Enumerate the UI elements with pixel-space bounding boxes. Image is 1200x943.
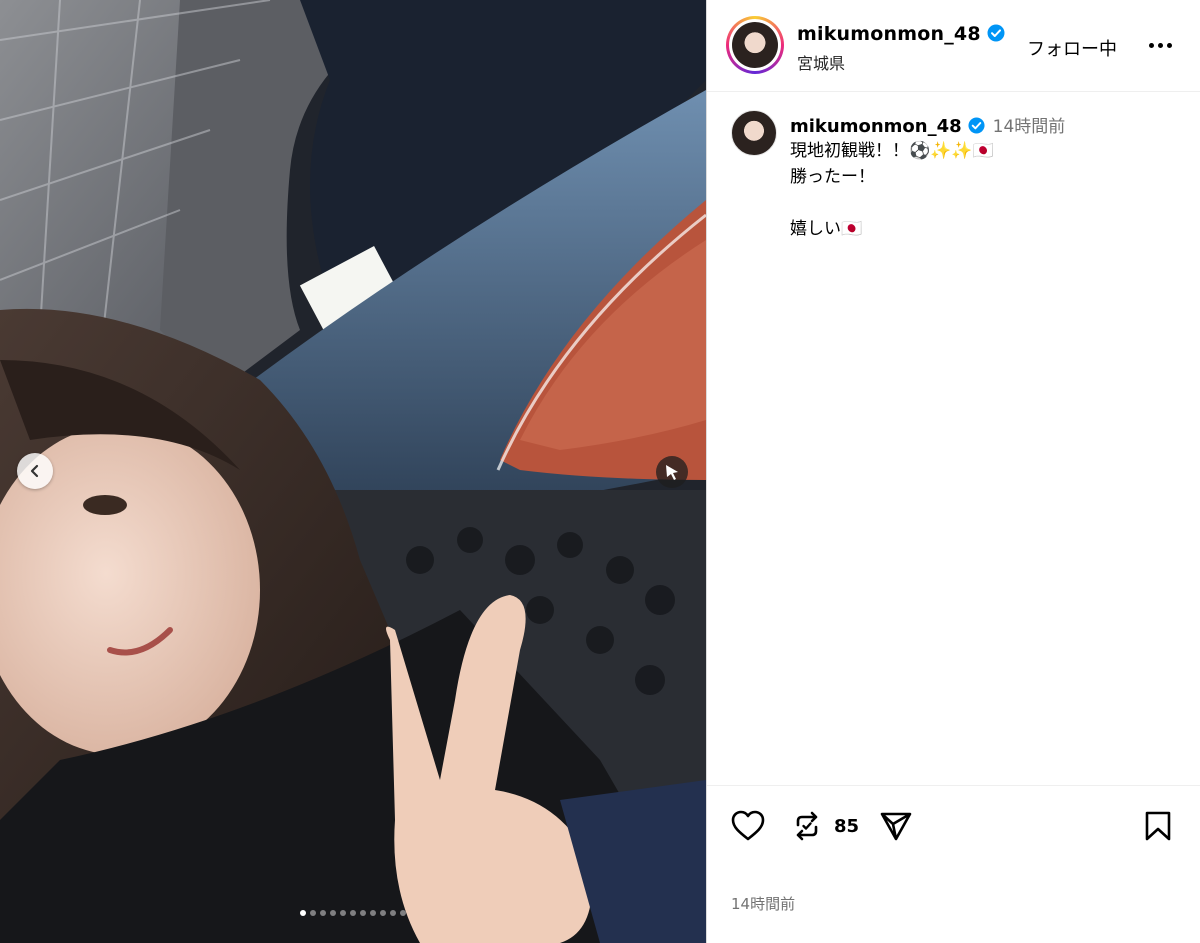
post-timestamp[interactable]: 14時間前: [731, 893, 795, 914]
carousel-dot: [310, 910, 316, 916]
more-dot-icon: [1166, 42, 1172, 48]
more-dot-icon: [1148, 42, 1154, 48]
avatar[interactable]: [726, 16, 784, 74]
location-link[interactable]: 宮城県: [797, 50, 845, 74]
post-media[interactable]: [0, 0, 706, 943]
verified-badge-icon: [987, 24, 1005, 42]
caption-time: 14時間前: [992, 117, 1066, 137]
caption-header: mikumonmon_48 14時間前: [790, 112, 1065, 137]
post-details-panel: mikumonmon_48 宮城県 フォロー中 mikumonmon_48 14…: [707, 0, 1200, 943]
chevron-left-icon: [30, 464, 39, 478]
post-header: mikumonmon_48 宮城県 フォロー中: [707, 0, 1200, 92]
carousel-dot: [350, 910, 356, 916]
share-send-icon[interactable]: [879, 810, 913, 842]
repost-count: 85: [834, 816, 860, 837]
tagged-users-button[interactable]: [656, 456, 688, 488]
carousel-dot: [330, 910, 336, 916]
header-username[interactable]: mikumonmon_48: [797, 23, 1005, 45]
user-tag-icon: [666, 465, 678, 480]
bookmark-icon[interactable]: [1143, 810, 1173, 842]
avatar-image: [732, 22, 778, 68]
carousel-dot: [360, 910, 366, 916]
stadium-selfie-photo: [0, 0, 706, 943]
caption-username[interactable]: mikumonmon_48: [790, 116, 962, 137]
carousel-prev-button[interactable]: [17, 453, 53, 489]
more-dot-icon: [1157, 42, 1163, 48]
carousel-indicator: [0, 910, 706, 916]
carousel-dot: [380, 910, 386, 916]
like-heart-icon[interactable]: [731, 810, 765, 842]
more-options-button[interactable]: [1147, 34, 1173, 56]
carousel-dot: [300, 910, 306, 916]
carousel-dot: [370, 910, 376, 916]
following-button[interactable]: フォロー中: [1027, 35, 1117, 61]
carousel-dot: [340, 910, 346, 916]
caption-avatar[interactable]: [731, 110, 777, 156]
repost-icon[interactable]: [791, 810, 823, 842]
verified-badge-icon: [968, 117, 985, 134]
carousel-dot: [320, 910, 326, 916]
username-text[interactable]: mikumonmon_48: [797, 23, 981, 45]
carousel-dot: [400, 910, 406, 916]
caption-text: 現地初観戦！！⚽✨✨🇯🇵 勝ったー！ 嬉しい🇯🇵: [790, 141, 994, 239]
carousel-dot: [390, 910, 396, 916]
action-bar: 85: [707, 785, 1200, 867]
